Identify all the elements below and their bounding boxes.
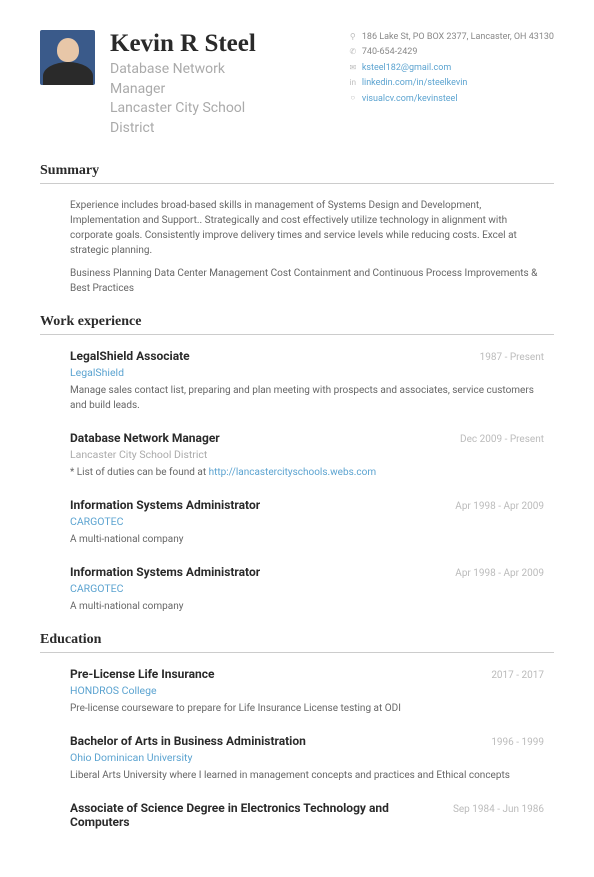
job-company-link[interactable]: LegalShield [70,366,544,379]
school-link[interactable]: HONDROS College [70,684,544,697]
school-link[interactable]: Ohio Dominican University [70,751,544,764]
job-entry: Information Systems Administrator Apr 19… [70,498,544,547]
degree-title: Bachelor of Arts in Business Administrat… [70,734,306,748]
job-entry: LegalShield Associate 1987 - Present Leg… [70,349,544,413]
contact-phone: ✆ 740-654-2429 [349,45,554,59]
job-dates: Apr 1998 - Apr 2009 [455,568,544,579]
linkedin-icon: in [349,77,357,90]
education-dates: 1996 - 1999 [491,737,544,748]
job-dates: 1987 - Present [480,352,544,363]
job-title-header: Database Network Manager Lancaster City … [110,60,280,138]
education-entry: Pre-License Life Insurance 2017 - 2017 H… [70,667,544,716]
job-company-link[interactable]: CARGOTEC [70,515,544,528]
section-title-summary: Summary [40,163,554,184]
job-company: Lancaster City School District [70,448,544,461]
education-dates: 2017 - 2017 [491,670,544,681]
avatar [40,30,95,85]
name-block: Kevin R Steel Database Network Manager L… [110,30,334,138]
globe-icon: ○ [349,92,357,105]
contact-info: ⚲ 186 Lake St, PO BOX 2377, Lancaster, O… [349,30,554,138]
education-description: Liberal Arts University where I learned … [70,768,544,783]
job-title: Information Systems Administrator [70,498,260,512]
job-title: Information Systems Administrator [70,565,260,579]
job-dates: Apr 1998 - Apr 2009 [455,501,544,512]
education-section: Education Pre-License Life Insurance 201… [40,632,554,829]
job-entry: Information Systems Administrator Apr 19… [70,565,544,614]
degree-title: Associate of Science Degree in Electroni… [70,801,410,829]
summary-section: Summary Experience includes broad-based … [40,163,554,296]
contact-visualcv[interactable]: ○ visualcv.com/kevinsteel [349,92,554,106]
mail-icon: ✉ [349,62,357,75]
section-title-education: Education [40,632,554,653]
education-dates: Sep 1984 - Jun 1986 [453,804,544,815]
section-title-work: Work experience [40,314,554,335]
job-entry: Database Network Manager Dec 2009 - Pres… [70,431,544,480]
pin-icon: ⚲ [349,31,357,44]
duties-link[interactable]: http://lancastercityschools.webs.com [209,467,377,478]
job-description: Manage sales contact list, preparing and… [70,383,544,413]
education-entry: Associate of Science Degree in Electroni… [70,801,544,829]
job-description: * List of duties can be found at http://… [70,465,544,480]
summary-paragraph: Experience includes broad-based skills i… [70,198,544,258]
resume-header: Kevin R Steel Database Network Manager L… [40,30,554,138]
summary-paragraph: Business Planning Data Center Management… [70,266,544,296]
job-company-link[interactable]: CARGOTEC [70,582,544,595]
education-description: Pre-license courseware to prepare for Li… [70,701,544,716]
job-description: A multi-national company [70,599,544,614]
contact-address: ⚲ 186 Lake St, PO BOX 2377, Lancaster, O… [349,30,554,44]
job-title: Database Network Manager [70,431,220,445]
phone-icon: ✆ [349,46,357,59]
person-name: Kevin R Steel [110,30,334,58]
degree-title: Pre-License Life Insurance [70,667,214,681]
education-entry: Bachelor of Arts in Business Administrat… [70,734,544,783]
job-dates: Dec 2009 - Present [460,434,544,445]
contact-linkedin[interactable]: in linkedin.com/in/steelkevin [349,76,554,90]
contact-email[interactable]: ✉ ksteel182@gmail.com [349,61,554,75]
job-description: A multi-national company [70,532,544,547]
work-section: Work experience LegalShield Associate 19… [40,314,554,614]
job-title: LegalShield Associate [70,349,190,363]
